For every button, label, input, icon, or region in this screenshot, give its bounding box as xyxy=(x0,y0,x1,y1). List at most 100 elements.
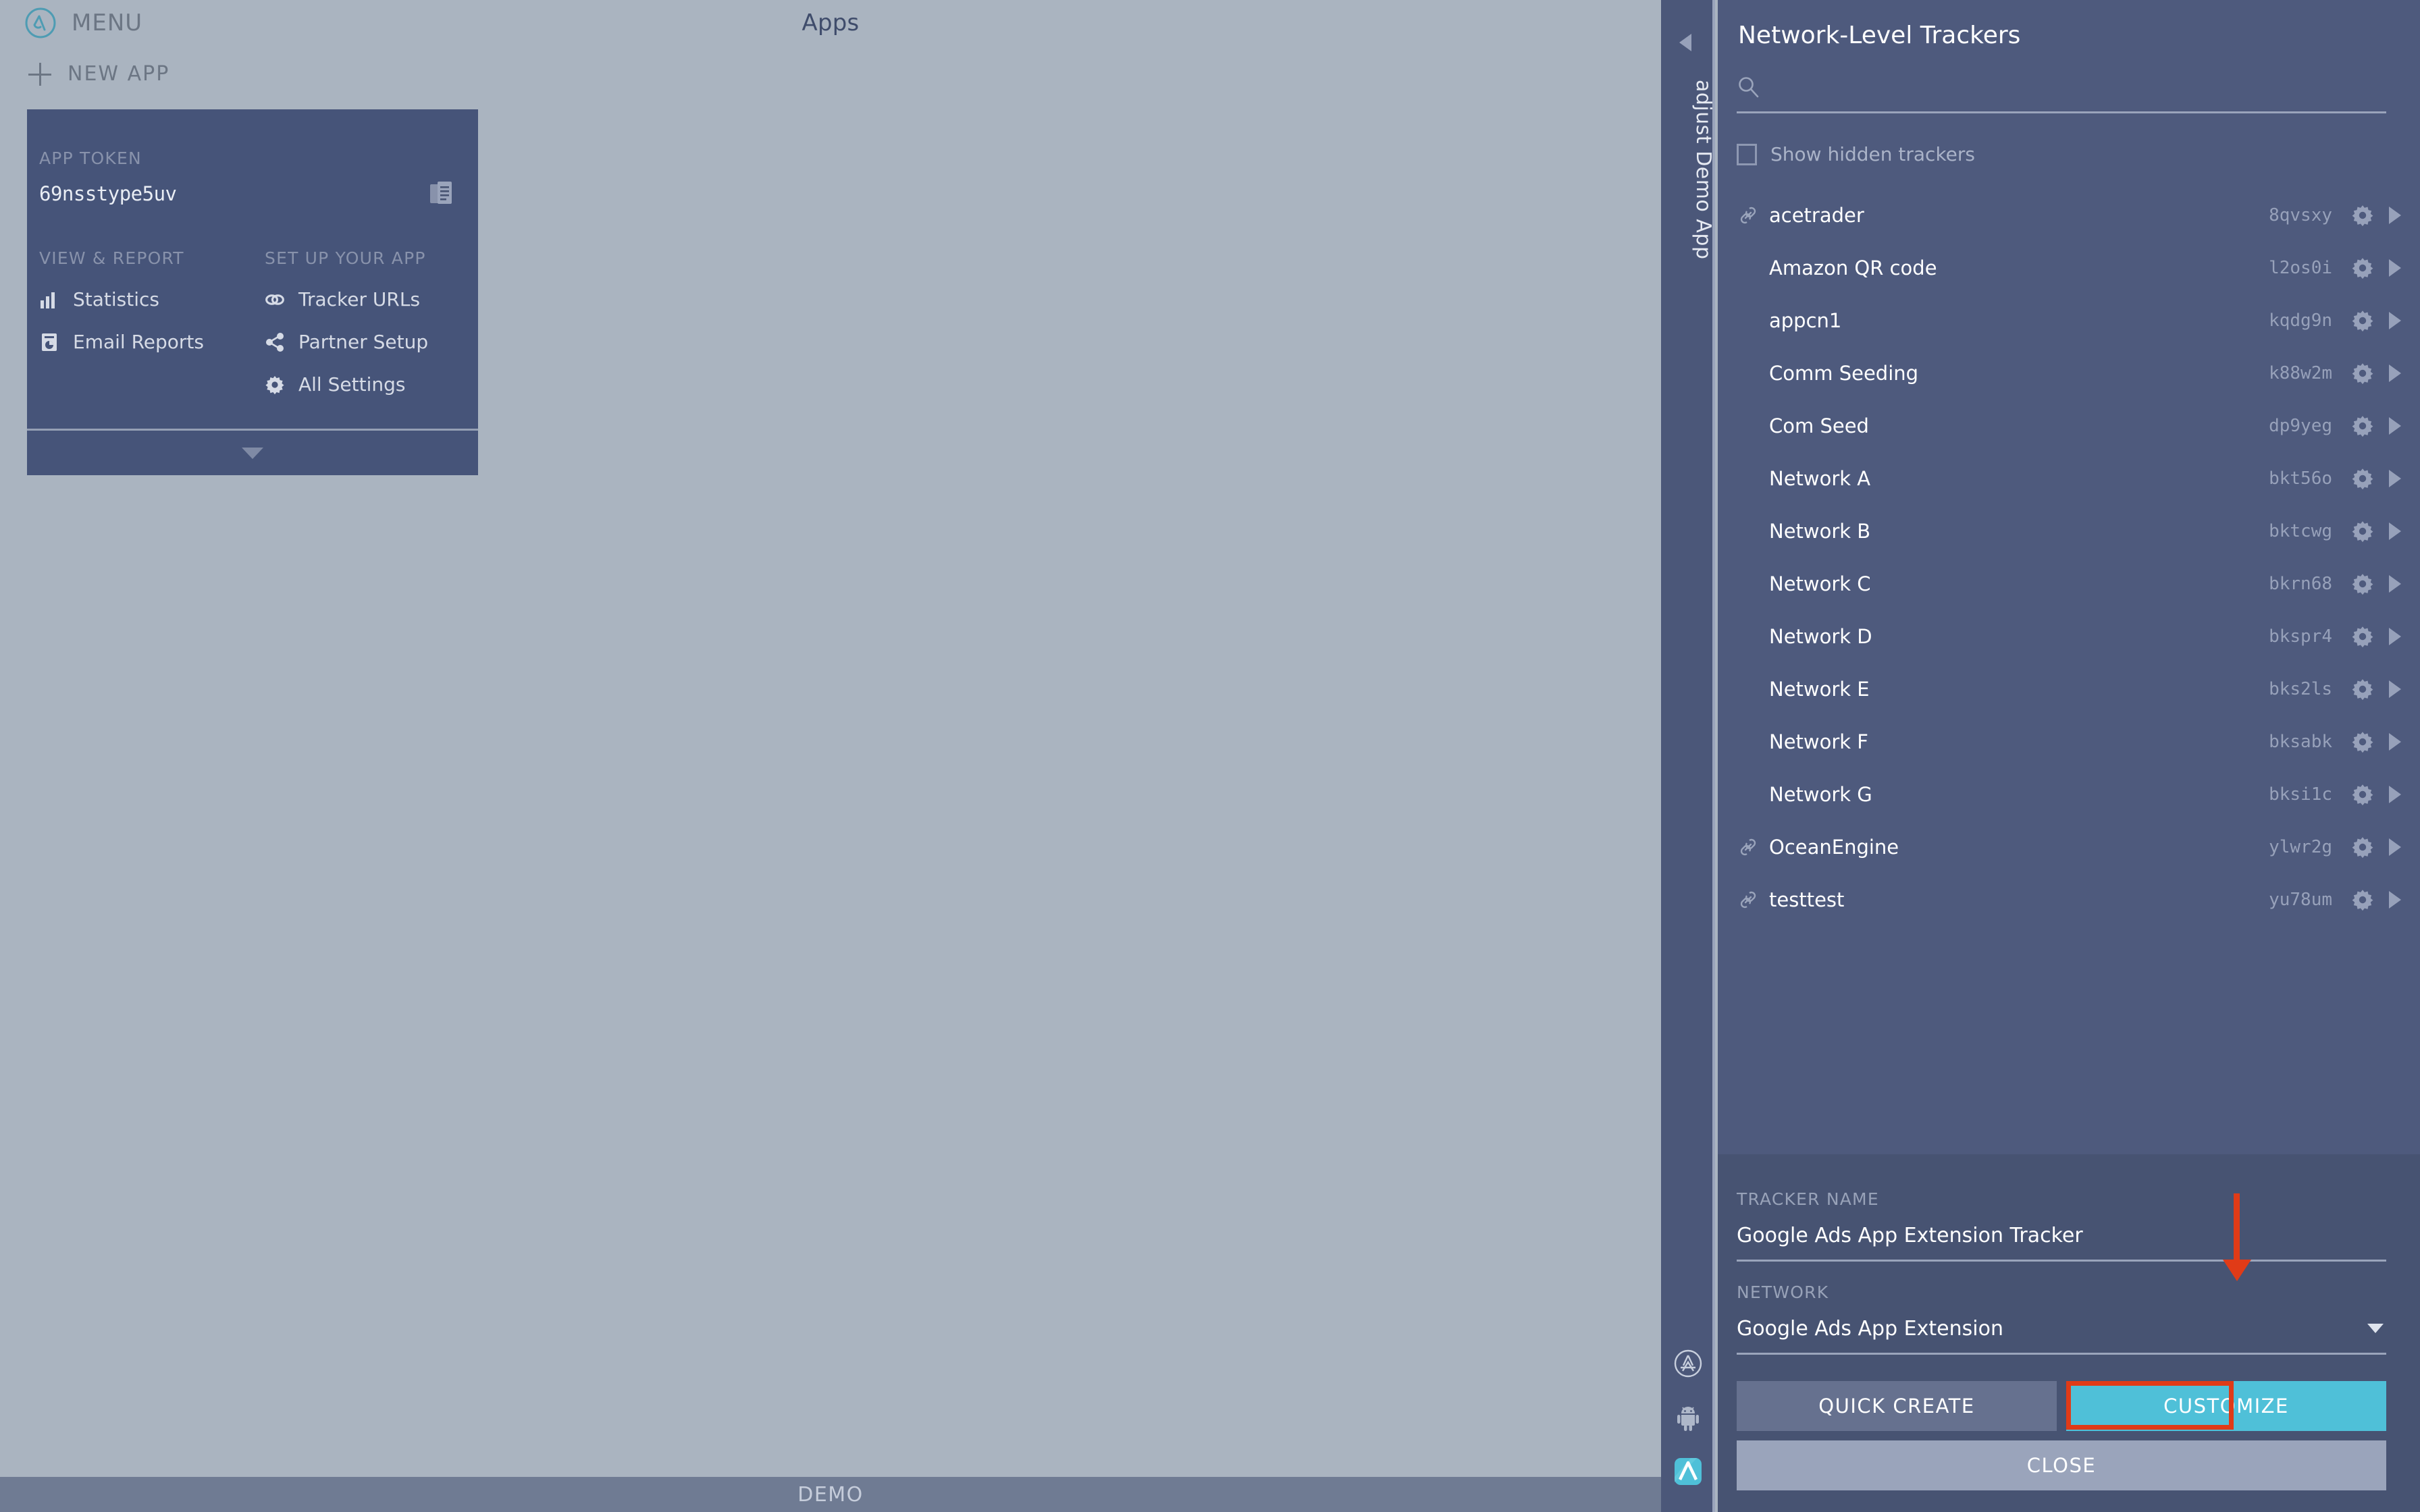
tracker-row[interactable]: Network C bkrn68 xyxy=(1718,558,2420,610)
tracker-row[interactable]: Network G bksi1c xyxy=(1718,768,2420,821)
chevron-right-icon[interactable] xyxy=(2389,417,2401,435)
demo-label: DEMO xyxy=(797,1482,864,1507)
gear-icon[interactable] xyxy=(2351,520,2374,543)
platform-icon-list xyxy=(1661,1349,1715,1486)
tracker-name: testtest xyxy=(1769,888,1845,911)
chevron-down-icon xyxy=(242,447,263,459)
menu-button[interactable]: MENU xyxy=(24,7,142,39)
page-title: Apps xyxy=(801,9,860,36)
quick-create-button[interactable]: QUICK CREATE xyxy=(1737,1381,2057,1431)
gear-icon[interactable] xyxy=(2351,256,2374,279)
tracker-list[interactable]: acetrader 8qvsxy Amazon QR code l2os0i appcn… xyxy=(1718,189,2420,1148)
gear-icon[interactable] xyxy=(2351,414,2374,437)
network-field[interactable]: NETWORK Google Ads App Extension xyxy=(1737,1282,2386,1355)
app-side-strip: adjust Demo App xyxy=(1661,0,1715,1512)
link-chain-icon xyxy=(265,294,284,305)
copy-icon[interactable] xyxy=(429,181,452,207)
tracker-row[interactable]: Network A bkt56o xyxy=(1718,452,2420,505)
link-chain-icon xyxy=(1740,207,1756,224)
adjust-app-icon[interactable] xyxy=(1673,1457,1703,1486)
app-card[interactable]: APP TOKEN 69nsstype5uv VIEW & REPORT Sta… xyxy=(27,109,478,475)
network-level-trackers-panel: Network-Level Trackers Show hidden track… xyxy=(1718,0,2420,1512)
show-hidden-trackers-checkbox[interactable] xyxy=(1737,143,1757,165)
tracker-row[interactable]: Network E bks2ls xyxy=(1718,663,2420,716)
chevron-right-icon[interactable] xyxy=(2389,838,2401,856)
tracker-token: dp9yeg xyxy=(2269,416,2332,436)
gear-icon[interactable] xyxy=(2351,204,2374,227)
tracker-row[interactable]: acetrader 8qvsxy xyxy=(1718,189,2420,242)
statistics-link[interactable]: Statistics xyxy=(39,288,204,310)
gear-icon[interactable] xyxy=(2351,467,2374,490)
set-up-your-app-column: SET UP YOUR APP Tracker URLs Partner Set… xyxy=(265,248,428,396)
gear-icon[interactable] xyxy=(2351,678,2374,701)
chevron-right-icon[interactable] xyxy=(2389,522,2401,540)
chevron-right-icon[interactable] xyxy=(2389,628,2401,645)
report-document-icon xyxy=(42,333,57,351)
tracker-name: OceanEngine xyxy=(1769,836,1899,859)
tracker-row[interactable]: Amazon QR code l2os0i xyxy=(1718,242,2420,294)
gear-icon[interactable] xyxy=(2351,888,2374,911)
action-button-row: QUICK CREATE CUSTOMIZE xyxy=(1737,1381,2386,1431)
plus-icon xyxy=(28,62,51,86)
chevron-right-icon[interactable] xyxy=(2389,207,2401,224)
chevron-right-icon[interactable] xyxy=(2389,259,2401,277)
tracker-token: yu78um xyxy=(2269,890,2332,910)
chevron-right-icon[interactable] xyxy=(2389,891,2401,909)
chevron-right-icon[interactable] xyxy=(2389,312,2401,329)
gear-icon[interactable] xyxy=(2351,836,2374,859)
chevron-right-icon[interactable] xyxy=(2389,575,2401,593)
tracker-token: l2os0i xyxy=(2269,258,2332,278)
gear-icon xyxy=(265,375,284,394)
tracker-name-label: TRACKER NAME xyxy=(1737,1189,1879,1209)
tracker-row[interactable]: testtest yu78um xyxy=(1718,873,2420,926)
tracker-row[interactable]: Network F bksabk xyxy=(1718,716,2420,768)
view-and-report-column: VIEW & REPORT Statistics Email Reports xyxy=(39,248,204,353)
chevron-right-icon[interactable] xyxy=(2389,364,2401,382)
new-app-button[interactable]: NEW APP xyxy=(28,62,169,86)
chevron-right-icon[interactable] xyxy=(2389,786,2401,803)
tracker-urls-link[interactable]: Tracker URLs xyxy=(265,288,428,310)
network-selected-option: Google Ads App Extension xyxy=(1737,1317,2003,1341)
chevron-right-icon[interactable] xyxy=(2389,680,2401,698)
gear-icon[interactable] xyxy=(2351,730,2374,753)
android-icon[interactable] xyxy=(1673,1403,1703,1432)
tracker-name: Comm Seeding xyxy=(1769,362,1919,385)
tracker-name-value[interactable]: Google Ads App Extension Tracker xyxy=(1737,1224,2386,1262)
gear-icon[interactable] xyxy=(2351,783,2374,806)
all-settings-link[interactable]: All Settings xyxy=(265,373,428,396)
tracker-row[interactable]: Comm Seeding k88w2m xyxy=(1718,347,2420,400)
tracker-row[interactable]: Com Seed dp9yeg xyxy=(1718,400,2420,452)
app-card-expander[interactable] xyxy=(27,431,478,475)
gear-icon[interactable] xyxy=(2351,362,2374,385)
chevron-left-icon[interactable] xyxy=(1679,34,1691,51)
tracker-row[interactable]: appcn1 kqdg9n xyxy=(1718,294,2420,347)
partner-setup-label: Partner Setup xyxy=(298,331,429,353)
tracker-token: bktcwg xyxy=(2269,521,2332,541)
tracker-name: Network C xyxy=(1769,572,1871,595)
tracker-name: Com Seed xyxy=(1769,414,1869,437)
tracker-row[interactable]: OceanEngine ylwr2g xyxy=(1718,821,2420,873)
demo-status-bar: DEMO xyxy=(0,1477,1661,1512)
chevron-right-icon[interactable] xyxy=(2389,470,2401,487)
link-chain-icon xyxy=(1740,891,1756,909)
customize-button[interactable]: CUSTOMIZE xyxy=(2066,1381,2386,1431)
tracker-row[interactable]: Network B bktcwg xyxy=(1718,505,2420,558)
chevron-right-icon[interactable] xyxy=(2389,733,2401,751)
chevron-down-icon[interactable] xyxy=(2367,1324,2384,1333)
show-hidden-trackers-row[interactable]: Show hidden trackers xyxy=(1737,143,1975,165)
link-chain-icon xyxy=(1740,838,1756,856)
network-value[interactable]: Google Ads App Extension xyxy=(1737,1317,2386,1355)
search-input[interactable] xyxy=(1737,76,2386,113)
tracker-name-field[interactable]: TRACKER NAME Google Ads App Extension Tr… xyxy=(1737,1189,2386,1262)
statistics-label: Statistics xyxy=(73,288,159,310)
gear-icon[interactable] xyxy=(2351,309,2374,332)
network-label: NETWORK xyxy=(1737,1282,1829,1302)
app-store-icon[interactable] xyxy=(1673,1349,1703,1378)
close-button[interactable]: CLOSE xyxy=(1737,1440,2386,1490)
gear-icon[interactable] xyxy=(2351,572,2374,595)
email-reports-link[interactable]: Email Reports xyxy=(39,331,204,353)
gear-icon[interactable] xyxy=(2351,625,2374,648)
tracker-row[interactable]: Network D bkspr4 xyxy=(1718,610,2420,663)
tracker-name: Network G xyxy=(1769,783,1872,806)
partner-setup-link[interactable]: Partner Setup xyxy=(265,331,428,353)
